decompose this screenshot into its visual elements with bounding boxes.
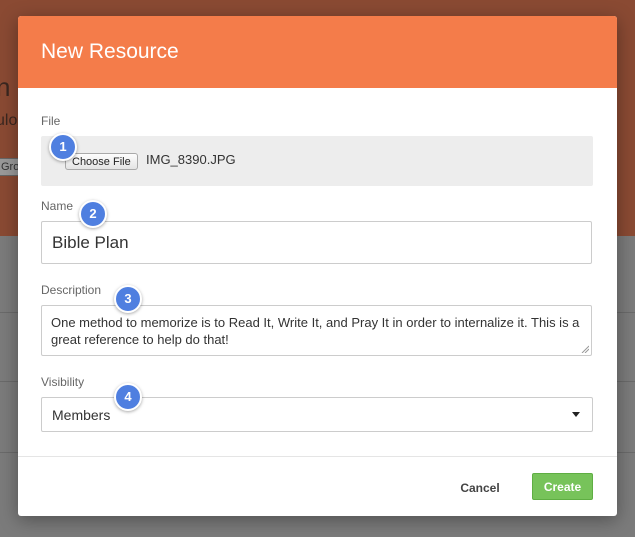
resize-grip-icon[interactable]: [581, 345, 589, 353]
description-label: Description: [41, 283, 102, 297]
name-label: Name: [41, 199, 74, 213]
file-label: File: [41, 114, 61, 128]
annotation-badge-1: 1: [49, 133, 77, 161]
modal-body: File Choose File IMG_8390.JPG Name Descr…: [18, 16, 617, 516]
annotation-badge-4: 4: [114, 383, 142, 411]
create-button[interactable]: Create: [532, 473, 593, 500]
modal-footer-divider: [18, 456, 617, 457]
background-subheading: ulo: [0, 112, 18, 129]
visibility-label: Visibility: [41, 375, 85, 389]
background-heading: n: [0, 72, 11, 102]
annotation-badge-2: 2: [79, 200, 107, 228]
chevron-down-icon: [572, 412, 580, 417]
annotation-badge-3: 3: [114, 285, 142, 313]
selected-file-name: IMG_8390.JPG: [146, 152, 236, 167]
name-input[interactable]: [41, 221, 592, 264]
choose-file-button[interactable]: Choose File: [65, 153, 138, 170]
description-textarea[interactable]: One method to memorize is to Read It, Wr…: [41, 305, 592, 356]
cancel-button[interactable]: Cancel: [448, 474, 512, 500]
visibility-selected-value: Members: [52, 407, 111, 423]
